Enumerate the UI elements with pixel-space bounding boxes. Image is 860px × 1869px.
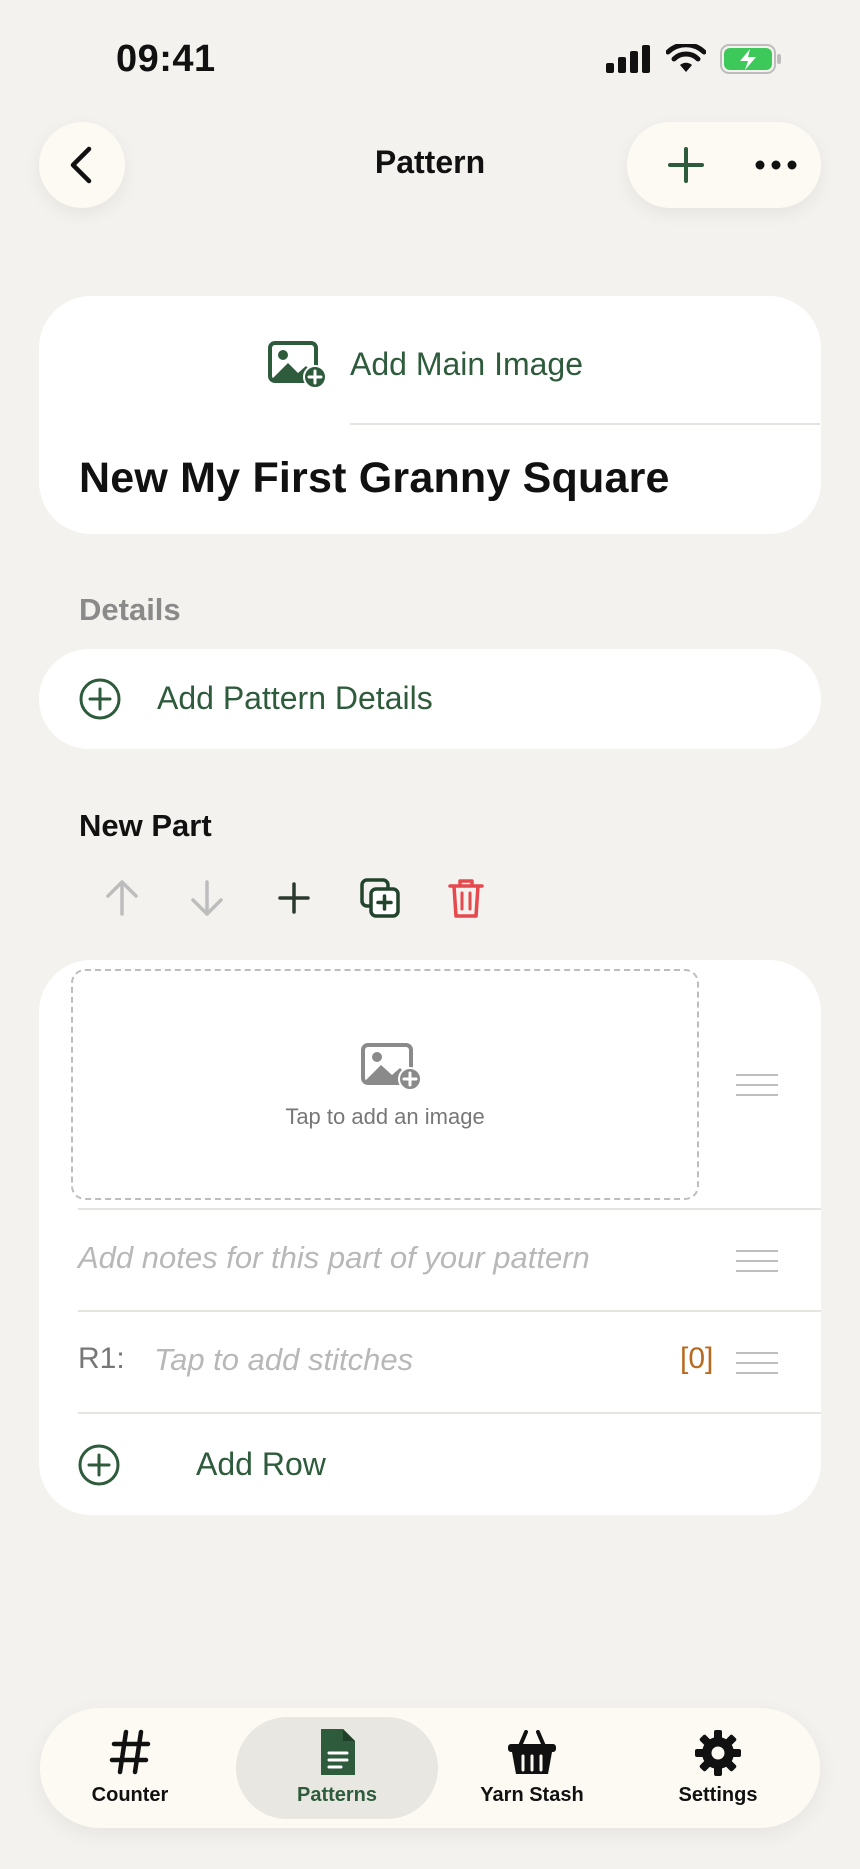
tab-patterns[interactable]: Patterns xyxy=(236,1717,438,1819)
trash-icon xyxy=(448,879,484,918)
plus-icon xyxy=(278,882,310,914)
add-image-icon xyxy=(268,341,327,389)
cellular-signal-icon xyxy=(606,45,650,73)
add-main-image-label: Add Main Image xyxy=(350,345,584,382)
row-label: R1: xyxy=(78,1342,125,1375)
battery-charging-icon xyxy=(720,44,781,74)
add-pattern-details-button[interactable]: Add Pattern Details xyxy=(39,649,821,749)
details-heading: Details xyxy=(79,592,181,627)
add-part-button[interactable] xyxy=(272,876,316,920)
divider xyxy=(350,423,820,425)
tab-counter[interactable]: Counter xyxy=(50,1708,210,1828)
image-placeholder-text: Tap to add an image xyxy=(285,1104,485,1129)
ellipsis-icon xyxy=(755,160,797,170)
part-image-dropzone[interactable]: Tap to add an image xyxy=(71,969,699,1200)
add-image-icon xyxy=(361,1043,422,1091)
tab-settings[interactable]: Settings xyxy=(638,1708,798,1828)
status-time: 09:41 xyxy=(116,38,216,80)
add-pattern-details-label: Add Pattern Details xyxy=(157,680,433,716)
row-item[interactable]: R1: Tap to add stitches [0] xyxy=(78,1312,821,1412)
wifi-icon xyxy=(666,44,706,72)
plus-icon xyxy=(668,147,704,183)
tab-label: Yarn Stash xyxy=(480,1784,584,1806)
more-button[interactable] xyxy=(737,122,815,208)
tab-label: Patterns xyxy=(296,1784,378,1806)
add-main-image-button[interactable]: Add Main Image xyxy=(268,336,583,392)
pattern-title[interactable]: New My First Granny Square xyxy=(79,454,670,503)
part-card: Tap to add an image Add notes for this p… xyxy=(39,960,821,1515)
hash-icon xyxy=(109,1729,151,1775)
basket-icon xyxy=(508,1730,556,1774)
divider xyxy=(78,1208,821,1210)
drag-handle-icon[interactable] xyxy=(736,1074,778,1104)
stitch-count: [0] xyxy=(680,1342,714,1375)
part-title[interactable]: New Part xyxy=(79,808,212,844)
tab-yarn-stash[interactable]: Yarn Stash xyxy=(452,1708,612,1828)
duplicate-icon xyxy=(360,878,400,918)
arrow-up-icon xyxy=(106,880,138,916)
duplicate-part-button[interactable] xyxy=(358,876,402,920)
pattern-header-card: Add Main Image New My First Granny Squar… xyxy=(39,296,821,534)
plus-circle-icon xyxy=(79,678,121,720)
move-up-button[interactable] xyxy=(100,876,144,920)
tab-label: Counter xyxy=(91,1784,169,1806)
drag-handle-icon[interactable] xyxy=(736,1250,778,1280)
nav-actions xyxy=(627,122,821,208)
status-icons xyxy=(606,44,782,74)
part-notes-input[interactable]: Add notes for this part of your pattern xyxy=(78,1240,590,1276)
gear-icon xyxy=(695,1730,741,1776)
add-button[interactable] xyxy=(647,122,725,208)
arrow-down-icon xyxy=(191,880,223,916)
tab-label: Settings xyxy=(678,1784,758,1806)
move-down-button[interactable] xyxy=(185,876,229,920)
stitches-input[interactable]: Tap to add stitches xyxy=(154,1342,413,1378)
plus-circle-icon xyxy=(78,1444,120,1486)
document-icon xyxy=(321,1729,355,1775)
add-row-label: Add Row xyxy=(196,1446,326,1482)
drag-handle-icon[interactable] xyxy=(736,1352,778,1382)
tab-bar: Counter Patterns Yarn Stash Settings xyxy=(40,1708,820,1828)
add-row-button[interactable]: Add Row xyxy=(78,1414,478,1514)
delete-part-button[interactable] xyxy=(444,876,488,920)
